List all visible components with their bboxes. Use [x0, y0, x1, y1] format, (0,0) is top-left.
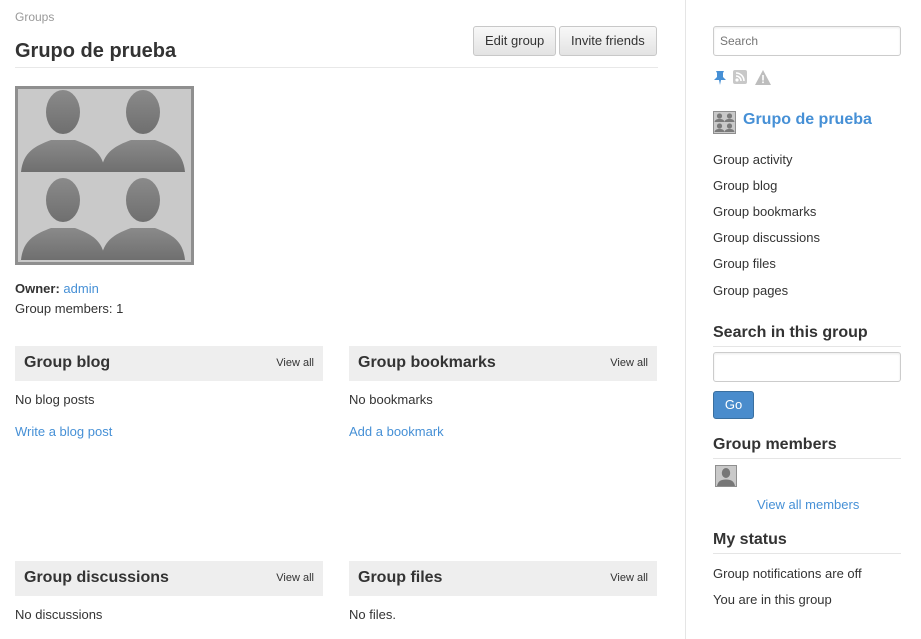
- edit-group-button[interactable]: Edit group: [473, 26, 557, 56]
- write-blog-post-link[interactable]: Write a blog post: [15, 424, 112, 439]
- module-title: Group blog: [24, 354, 111, 371]
- module-group-files: Group files View all No files.: [349, 561, 657, 622]
- group-thumbnail[interactable]: [713, 111, 736, 134]
- module-title: Group bookmarks: [358, 354, 496, 371]
- menu-item-group-blog[interactable]: Group blog: [713, 178, 777, 193]
- sidebar-divider: [685, 0, 686, 639]
- group-members-heading: Group members: [713, 436, 837, 453]
- owner-line: Owner: admin: [15, 281, 99, 296]
- heading-divider: [713, 553, 901, 554]
- go-button[interactable]: Go: [713, 391, 754, 419]
- notifications-status[interactable]: Group notifications are off: [713, 566, 862, 581]
- menu-item-group-discussions[interactable]: Group discussions: [713, 230, 820, 245]
- module-title: Group files: [358, 569, 443, 586]
- report-icon[interactable]: [755, 70, 771, 88]
- member-avatar[interactable]: [715, 465, 737, 487]
- breadcrumb[interactable]: Groups: [15, 10, 54, 24]
- module-title: Group discussions: [24, 569, 169, 586]
- members-count: Group members: 1: [15, 301, 124, 316]
- owner-link[interactable]: admin: [63, 281, 98, 296]
- module-header: Group bookmarks View all: [349, 346, 657, 381]
- module-header: Group files View all: [349, 561, 657, 596]
- title-divider: [15, 67, 658, 68]
- module-group-blog: Group blog View all No blog posts Write …: [15, 346, 323, 439]
- menu-item-group-pages[interactable]: Group pages: [713, 283, 788, 298]
- page-title: Grupo de prueba: [15, 40, 177, 62]
- view-all-link[interactable]: View all: [276, 357, 314, 369]
- menu-item-group-bookmarks[interactable]: Group bookmarks: [713, 204, 816, 219]
- view-all-link[interactable]: View all: [610, 572, 648, 584]
- membership-status[interactable]: You are in this group: [713, 592, 832, 607]
- module-header: Group discussions View all: [15, 561, 323, 596]
- heading-divider: [713, 346, 901, 347]
- rss-icon[interactable]: [733, 70, 747, 87]
- add-bookmark-link[interactable]: Add a bookmark: [349, 424, 444, 439]
- search-group-heading: Search in this group: [713, 324, 868, 341]
- module-group-bookmarks: Group bookmarks View all No bookmarks Ad…: [349, 346, 657, 439]
- group-avatar: [15, 86, 194, 265]
- invite-friends-button[interactable]: Invite friends: [559, 26, 657, 56]
- pin-icon[interactable]: [713, 70, 727, 89]
- menu-item-group-activity[interactable]: Group activity: [713, 152, 792, 167]
- menu-item-group-files[interactable]: Group files: [713, 256, 776, 271]
- view-all-link[interactable]: View all: [610, 357, 648, 369]
- module-empty-text: No discussions: [15, 607, 103, 622]
- owner-label: Owner:: [15, 281, 60, 296]
- group-name-link[interactable]: Grupo de prueba: [743, 111, 872, 129]
- module-empty-text: No bookmarks: [349, 392, 433, 407]
- module-empty-text: No blog posts: [15, 392, 95, 407]
- group-search-input[interactable]: [713, 352, 901, 382]
- module-header: Group blog View all: [15, 346, 323, 381]
- module-empty-text: No files.: [349, 607, 396, 622]
- my-status-heading: My status: [713, 531, 787, 548]
- search-input[interactable]: [713, 26, 901, 56]
- module-group-discussions: Group discussions View all No discussion…: [15, 561, 323, 622]
- view-all-link[interactable]: View all: [276, 572, 314, 584]
- main-content: Groups Grupo de prueba Edit group Invite…: [15, 0, 658, 639]
- view-all-members-link[interactable]: View all members: [757, 497, 859, 512]
- heading-divider: [713, 458, 901, 459]
